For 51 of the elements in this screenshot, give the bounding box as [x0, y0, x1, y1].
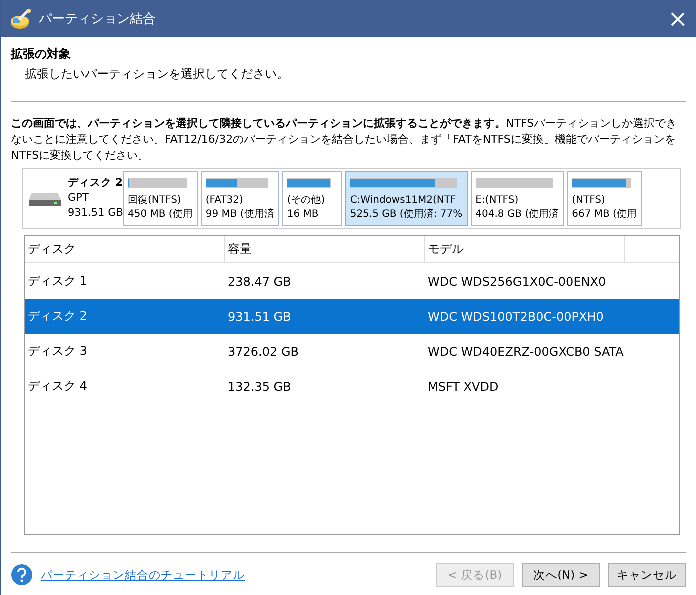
help-icon[interactable]: [11, 564, 33, 586]
partition-label: 回復(NTFS): [128, 194, 182, 208]
partition-block[interactable]: (FAT32) 99 MB (使用済: [200, 171, 280, 226]
table-cell-text: WDC WDS100T2B0C-00PXH0: [427, 310, 605, 324]
table-cell-text: 132.35 GB: [227, 380, 292, 394]
partition-info: 16 MB: [287, 208, 319, 222]
table-cell-text: 238.47 GB: [227, 274, 292, 288]
partition-info: 99 MB (使用済: [206, 208, 274, 222]
column-header[interactable]: モデル: [425, 236, 625, 262]
table-cell-text: 931.51 GB: [227, 310, 292, 324]
partition-label: (その他): [287, 194, 326, 208]
partition-block[interactable]: (NTFS) 667 MB (使用: [567, 171, 642, 226]
disk-type: GPT: [68, 191, 90, 206]
window-title: パーティション結合: [39, 10, 156, 28]
partition-block[interactable]: C:Windows11M2(NTF 525.5 GB (使用済: 77%: [345, 171, 468, 226]
section-subtitle: 拡張したいパーティションを選択してください。: [25, 66, 290, 83]
partition-block[interactable]: 回復(NTFS) 450 MB (使用: [123, 171, 198, 226]
disk-size: 931.51 GB: [68, 206, 124, 221]
partition-block[interactable]: E:(NTFS) 404.8 GB (使用済: [470, 171, 564, 226]
table-cell-text: ディスク 2: [27, 308, 88, 325]
instruction-text: この画面では、パーティションを選択して隣接しているパーティションに拡張することができます。NTFSパーティションしか選択できないことに注意してください。FAT12/16/32のパーティションを結合したい場合、まず「FATをNTFSに変換」機能でパーティションをNTFSに変換してください。: [11, 116, 678, 164]
dialog-button[interactable]: 次へ(N) >: [522, 563, 600, 587]
wand-icon: [9, 8, 33, 30]
table-row[interactable]: ディスク 4 132.35 GB MSFT XVDD: [25, 369, 679, 404]
section-title: 拡張の対象: [11, 46, 72, 63]
close-button[interactable]: ×: [660, 0, 696, 36]
drive-icon: [28, 190, 62, 206]
partition-info: 404.8 GB (使用済: [476, 208, 560, 222]
table-cell-text: WDC WDS256G1X0C-00ENX0: [427, 274, 608, 288]
column-header[interactable]: 容量: [225, 236, 425, 262]
table-cell-text: ディスク 4: [27, 378, 88, 395]
partition-label: C:Windows11M2(NTF: [350, 194, 456, 208]
tutorial-link[interactable]: パーティション結合のチュートリアル: [41, 568, 245, 582]
table-cell-text: ディスク 1: [27, 273, 88, 290]
partition-label: E:(NTFS): [476, 194, 519, 208]
table-row[interactable]: ディスク 1 238.47 GB WDC WDS256G1X0C-00ENX0: [25, 264, 679, 299]
disk-name: ディスク 2: [68, 176, 124, 191]
partition-info: 525.5 GB (使用済: 77%: [350, 208, 463, 222]
partition-label: (NTFS): [572, 194, 606, 208]
partition-info: 450 MB (使用: [128, 208, 193, 222]
table-cell-text: 3726.02 GB: [227, 344, 300, 358]
table-row[interactable]: ディスク 3 3726.02 GB WDC WD40EZRZ-00GXCB0 SATA: [25, 334, 679, 369]
table-cell-text: MSFT XVDD: [427, 380, 500, 394]
table-cell-text: ディスク 3: [27, 343, 88, 360]
column-header[interactable]: ディスク: [25, 236, 225, 262]
table-cell-text: WDC WD40EZRZ-00GXCB0 SATA: [427, 344, 625, 358]
dialog-button[interactable]: キャンセル: [608, 563, 686, 587]
table-row[interactable]: ディスク 2 931.51 GB WDC WDS100T2B0C-00PXH0: [25, 299, 679, 334]
partition-label: (FAT32): [206, 194, 244, 208]
partition-block[interactable]: (その他) 16 MB: [282, 171, 342, 226]
partition-info: 667 MB (使用: [572, 208, 637, 222]
